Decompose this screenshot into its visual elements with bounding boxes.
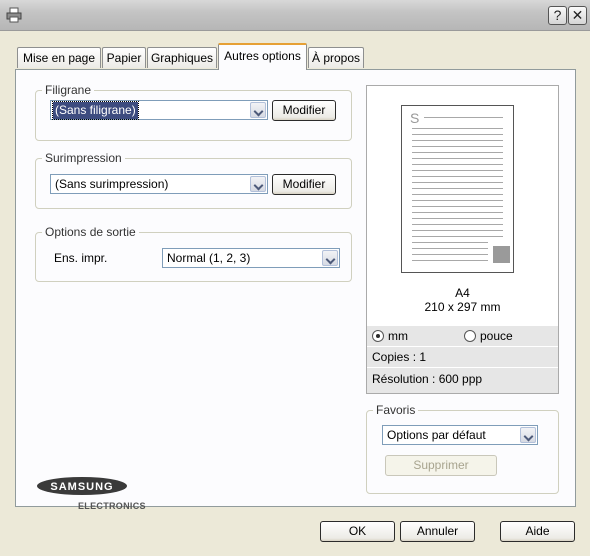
aide-button[interactable]: Aide xyxy=(500,521,575,542)
options-sortie-legend: Options de sortie xyxy=(42,225,139,239)
unit-mm-radio[interactable] xyxy=(372,330,384,342)
title-bar[interactable]: ? ✕ xyxy=(0,0,590,31)
paper-name: A4 xyxy=(455,286,470,300)
image-placeholder xyxy=(493,246,510,263)
samsung-logo: SAMSUNG xyxy=(37,477,127,495)
tab-mise-en-page[interactable]: Mise en page xyxy=(17,47,101,68)
ok-button[interactable]: OK xyxy=(320,521,395,542)
ens-impr-value: Normal (1, 2, 3) xyxy=(167,251,251,265)
svg-text:SAMSUNG: SAMSUNG xyxy=(50,481,113,493)
favoris-group: Favoris xyxy=(366,403,559,494)
tab-panel: Filigrane (Sans filigrane) Modifier Suri… xyxy=(15,69,576,511)
unit-inch-label[interactable]: pouce xyxy=(480,329,513,343)
filigrane-legend: Filigrane xyxy=(42,83,95,97)
chevron-down-icon[interactable] xyxy=(520,427,536,443)
paper-size: 210 x 297 mm xyxy=(424,300,501,314)
tab-autres-options[interactable]: Autres options xyxy=(218,43,307,70)
unit-row: mm pouce xyxy=(367,325,558,346)
unit-inch-radio[interactable] xyxy=(464,330,476,342)
printer-properties-dialog: ? ✕ Mise en page Papier Graphiques Autre… xyxy=(0,0,590,556)
surimpression-modifier-button[interactable]: Modifier xyxy=(272,174,336,195)
tab-a-propos[interactable]: À propos xyxy=(308,47,364,68)
page-letter: S xyxy=(410,110,420,126)
resolution-row: Résolution : 600 ppp xyxy=(367,367,558,393)
tab-papier[interactable]: Papier xyxy=(102,47,146,68)
surimpression-legend: Surimpression xyxy=(42,151,125,165)
printer-icon xyxy=(6,7,22,23)
page-preview: S A4 210 x 297 mm mm pouce Copies: 1 Ré… xyxy=(366,85,559,394)
favoris-value: Options par défaut xyxy=(387,428,486,442)
resolution-text: Résolution : 600 ppp xyxy=(372,372,483,386)
filigrane-modifier-button[interactable]: Modifier xyxy=(272,100,336,121)
logo-subtitle: ELECTRONICS xyxy=(78,501,146,511)
close-button[interactable]: ✕ xyxy=(568,6,587,25)
paper-thumbnail: S xyxy=(401,105,514,273)
help-button[interactable]: ? xyxy=(548,6,567,25)
filigrane-select[interactable]: (Sans filigrane) xyxy=(50,100,268,120)
copies-text: Copies : 1 xyxy=(372,350,427,364)
chevron-down-icon[interactable] xyxy=(250,176,266,192)
tab-graphiques[interactable]: Graphiques xyxy=(147,47,217,68)
favoris-select[interactable]: Options par défaut xyxy=(382,425,538,445)
surimpression-value: (Sans surimpression) xyxy=(55,177,169,191)
chevron-down-icon[interactable] xyxy=(322,250,338,266)
favoris-legend: Favoris xyxy=(373,403,419,417)
ens-impr-label: Ens. impr. xyxy=(54,251,108,265)
supprimer-button[interactable]: Supprimer xyxy=(385,455,497,476)
chevron-down-icon[interactable] xyxy=(250,102,266,118)
ens-impr-select[interactable]: Normal (1, 2, 3) xyxy=(162,248,340,268)
unit-mm-label[interactable]: mm xyxy=(388,329,408,343)
surimpression-select[interactable]: (Sans surimpression) xyxy=(50,174,268,194)
filigrane-value: (Sans filigrane) xyxy=(52,101,139,120)
copies-row: Copies : 1 xyxy=(367,346,558,367)
cancel-button[interactable]: Annuler xyxy=(400,521,475,542)
